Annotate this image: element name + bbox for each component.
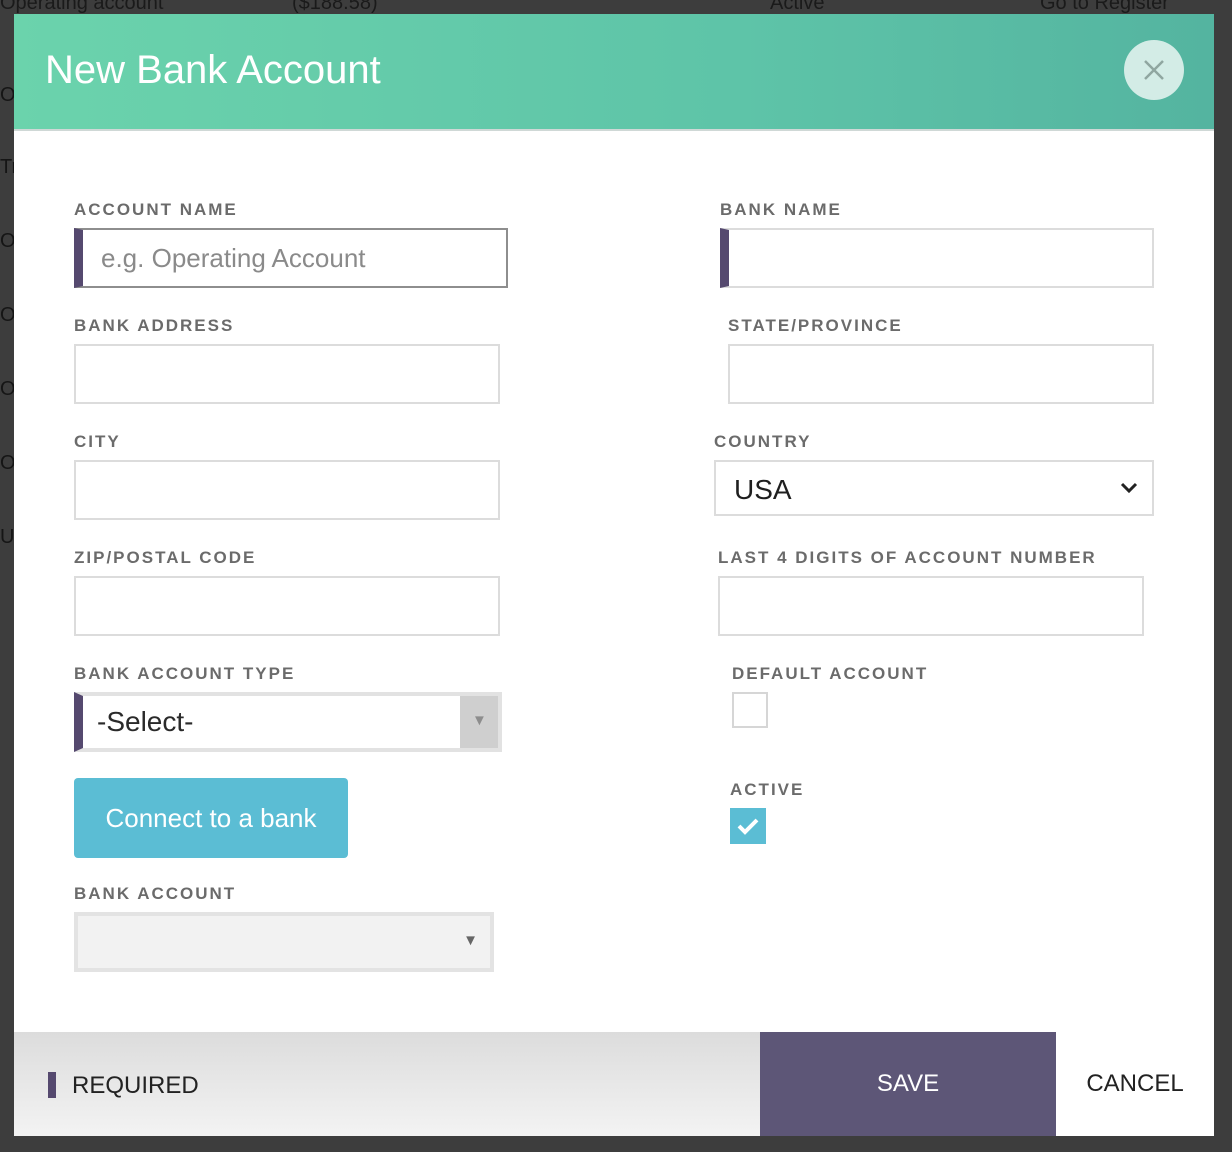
- bank-account-type-value: -Select-: [97, 706, 194, 737]
- last4-label: LAST 4 DIGITS OF ACCOUNT NUMBER: [718, 548, 1097, 567]
- bank-account-type-label: BANK ACCOUNT TYPE: [74, 664, 296, 683]
- account-name-label: ACCOUNT NAME: [74, 200, 238, 219]
- city-input[interactable]: [74, 460, 500, 520]
- country-value: USA: [734, 474, 792, 505]
- city-label: CITY: [74, 432, 121, 451]
- dropdown-arrow-icon: ▼: [463, 932, 478, 949]
- close-button[interactable]: [1124, 40, 1184, 100]
- zip-input[interactable]: [74, 576, 500, 636]
- save-button[interactable]: SAVE: [760, 1032, 1056, 1136]
- country-select[interactable]: USA: [714, 460, 1154, 516]
- connect-to-bank-button[interactable]: Connect to a bank: [74, 778, 348, 858]
- modal-header: New Bank Account: [14, 14, 1214, 131]
- bank-name-input[interactable]: [720, 228, 1154, 288]
- background-balance: ($188.58): [292, 0, 378, 14]
- active-checkbox[interactable]: [730, 808, 766, 844]
- bank-account-label: BANK ACCOUNT: [74, 884, 237, 903]
- chevron-down-icon: [1120, 482, 1138, 494]
- required-legend: REQUIRED: [72, 1072, 199, 1099]
- bank-account-select[interactable]: ▼: [74, 912, 494, 972]
- dropdown-arrow-icon: ▼: [460, 696, 498, 748]
- checkmark-icon: [737, 818, 759, 835]
- background-account-name: Operating account: [0, 0, 164, 14]
- default-account-label: DEFAULT ACCOUNT: [732, 664, 929, 683]
- last4-input[interactable]: [718, 576, 1144, 636]
- bank-address-input[interactable]: [74, 344, 500, 404]
- background-top-row: Operating account ($188.58) Active Go to…: [0, 0, 1232, 14]
- modal-title: New Bank Account: [45, 48, 381, 92]
- new-bank-account-modal: New Bank Account ACCOUNT NAME BANK ADDRE…: [14, 14, 1214, 1136]
- bank-account-type-select[interactable]: -Select- ▼: [74, 692, 502, 752]
- required-marker: [48, 1072, 56, 1098]
- modal-footer: REQUIRED SAVE CANCEL: [14, 1032, 1214, 1136]
- background-status: Active: [770, 0, 825, 14]
- bank-name-label: BANK NAME: [720, 200, 842, 219]
- default-account-checkbox[interactable]: [732, 692, 768, 728]
- close-icon: [1144, 60, 1164, 80]
- account-name-input[interactable]: [74, 228, 508, 288]
- active-label: ACTIVE: [730, 780, 805, 799]
- cancel-button[interactable]: CANCEL: [1056, 1032, 1214, 1136]
- state-province-label: STATE/PROVINCE: [728, 316, 903, 335]
- background-register-link: Go to Register: [1040, 0, 1169, 14]
- country-label: COUNTRY: [714, 432, 812, 451]
- state-province-input[interactable]: [728, 344, 1154, 404]
- zip-label: ZIP/POSTAL CODE: [74, 548, 257, 567]
- bank-address-label: BANK ADDRESS: [74, 316, 235, 335]
